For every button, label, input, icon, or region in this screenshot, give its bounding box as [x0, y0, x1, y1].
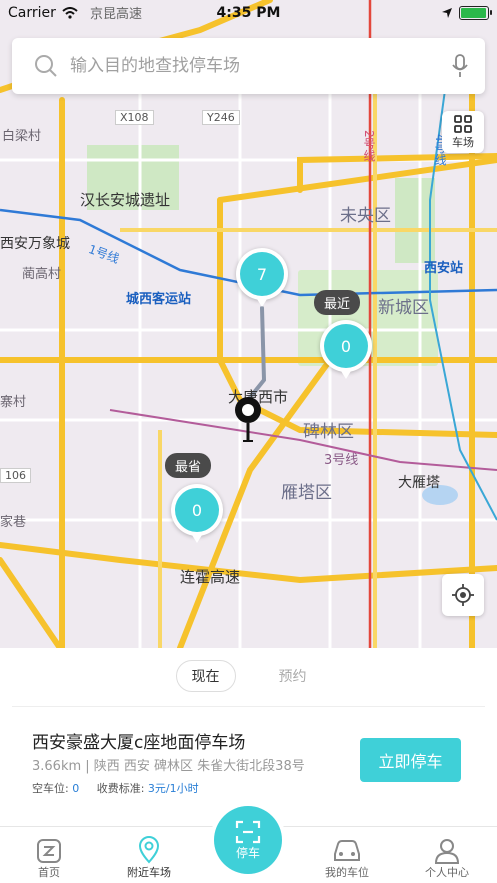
- app-screen: 白梁村 X108 Y246 京昆高速 汉长安城遗址 西安万象城 1号线 蔺高村 …: [0, 0, 497, 883]
- map-label-metro3: 3号线: [324, 453, 359, 468]
- car-icon: [334, 840, 360, 861]
- user-icon: [434, 839, 460, 864]
- map-pin-icon: [138, 836, 160, 864]
- search-input[interactable]: [70, 56, 451, 76]
- locate-me-button[interactable]: [442, 574, 484, 616]
- cluster-count: 0: [324, 324, 368, 368]
- tab-home-label: 首页: [38, 866, 60, 879]
- map-label-dayanta: 大雁塔: [398, 475, 440, 491]
- tab-home[interactable]: 首页: [9, 827, 89, 883]
- locate-icon: [452, 584, 474, 606]
- map-label-chengxi-station: 城西客运站: [126, 292, 192, 307]
- map-label-beilin: 碑林区: [303, 422, 354, 442]
- free-spots-label: 空车位:: [32, 782, 69, 795]
- tab-profile[interactable]: 个人中心: [407, 827, 487, 883]
- cluster-count: 0: [175, 488, 219, 532]
- battery-icon: [459, 6, 492, 20]
- search-bar[interactable]: [12, 38, 485, 94]
- search-icon: [35, 55, 57, 77]
- carrier-label: Carrier: [8, 5, 56, 21]
- parking-lot-name: 西安豪盛大厦c座地面停车场: [32, 733, 246, 753]
- map-label-road-106: 106: [0, 468, 31, 483]
- free-spots-value: 0: [72, 782, 80, 795]
- scan-icon: [235, 820, 261, 843]
- map-label-wanxiang: 西安万象城: [0, 236, 70, 252]
- parking-cluster-marker[interactable]: 7: [236, 248, 288, 307]
- map-label-y246: Y246: [202, 110, 240, 125]
- fee-label: 收费标准:: [96, 782, 145, 795]
- tab-my-spot-label: 我的车位: [325, 866, 369, 879]
- map-label-baili: 白梁村: [2, 129, 42, 144]
- map-label-lianhuo: 连霍高速: [180, 568, 241, 586]
- grid-icon: [454, 115, 472, 133]
- tab-nearby-label: 附近车场: [127, 866, 171, 879]
- tab-profile-label: 个人中心: [425, 866, 469, 879]
- parking-lot-meta: 空车位: 0 收费标准: 3元/1小时: [32, 780, 199, 796]
- cheapest-tag: 最省: [165, 453, 212, 478]
- map-label-x108: X108: [115, 110, 154, 125]
- tab-reserve[interactable]: 预约: [264, 660, 322, 692]
- map-label-jiaxiang: 家巷: [0, 515, 27, 530]
- map-view[interactable]: 白梁村 X108 Y246 京昆高速 汉长安城遗址 西安万象城 1号线 蔺高村 …: [0, 0, 497, 648]
- map-label-nangao: 蔺高村: [22, 267, 62, 282]
- current-location-pin-icon: [233, 395, 263, 445]
- tab-now[interactable]: 现在: [175, 660, 236, 692]
- cluster-count: 7: [240, 252, 284, 296]
- home-icon: [37, 839, 61, 863]
- tab-park[interactable]: 停车: [214, 806, 282, 874]
- parking-cluster-marker[interactable]: 0: [320, 320, 372, 379]
- status-bar: Carrier 4:35 PM: [0, 0, 497, 26]
- time-segment: 现在 预约: [0, 659, 497, 693]
- map-label-metro2: 2号线: [362, 130, 376, 162]
- location-arrow-icon: [442, 8, 452, 18]
- tab-my-spot[interactable]: 我的车位: [307, 827, 387, 883]
- parking-cluster-marker[interactable]: 0: [171, 484, 223, 543]
- map-label-han-site: 汉长安城遗址: [80, 191, 171, 209]
- tab-nearby[interactable]: 附近车场: [109, 827, 189, 883]
- divider: [12, 706, 485, 707]
- map-label-zhaicun: 寨村: [0, 395, 27, 410]
- parking-lot-address: 3.66km | 陕西 西安 碑林区 朱雀大街北段38号: [32, 759, 305, 774]
- fee-value: 3元/1小时: [147, 782, 199, 795]
- clock: 4:35 PM: [216, 5, 281, 21]
- wifi-icon: [62, 7, 78, 19]
- park-now-button[interactable]: 立即停车: [360, 738, 461, 782]
- microphone-icon[interactable]: [451, 54, 469, 78]
- map-label-yanta: 雁塔区: [281, 483, 332, 503]
- map-label-xian-station: 西安站: [424, 261, 464, 276]
- map-base: [0, 0, 497, 648]
- map-label-xincheng: 新城区: [378, 298, 429, 318]
- tab-park-label: 停车: [235, 845, 260, 860]
- parking-layer-label: 车场: [452, 136, 474, 149]
- map-label-weiyang: 未央区: [340, 206, 391, 226]
- nearest-tag: 最近: [314, 290, 361, 315]
- parking-layer-button[interactable]: 车场: [442, 111, 484, 153]
